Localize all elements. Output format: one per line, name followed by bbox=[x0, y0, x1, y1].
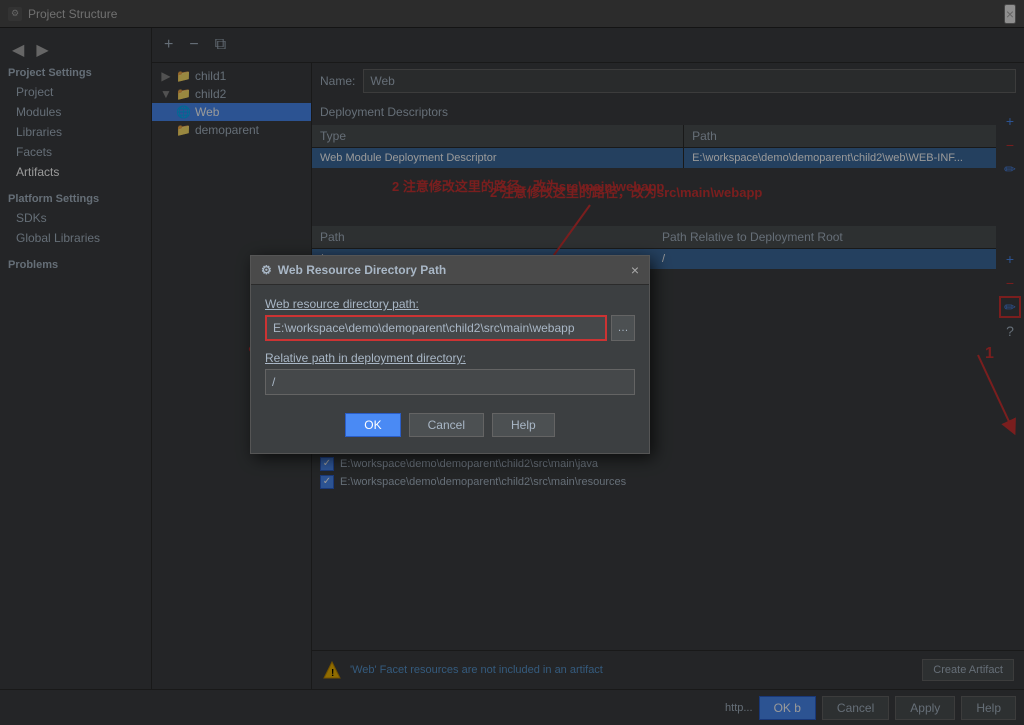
path-input[interactable] bbox=[265, 315, 607, 341]
dialog-buttons: OK Cancel Help bbox=[265, 405, 635, 441]
path-field-label: Web resource directory path: bbox=[265, 297, 635, 311]
web-resource-dialog: ⚙ Web Resource Directory Path × Web reso… bbox=[250, 255, 650, 454]
dialog-title: ⚙ Web Resource Directory Path bbox=[261, 263, 446, 277]
dialog-content: Web resource directory path: … Relative … bbox=[251, 285, 649, 453]
dialog-close-button[interactable]: × bbox=[631, 262, 639, 278]
browse-button[interactable]: … bbox=[611, 315, 635, 341]
dialog-help-button[interactable]: Help bbox=[492, 413, 555, 437]
dialog-overlay: ⚙ Web Resource Directory Path × Web reso… bbox=[0, 0, 1024, 725]
relative-field-label: Relative path in deployment directory: bbox=[265, 351, 635, 365]
path-input-row: … bbox=[265, 315, 635, 341]
dialog-title-text: Web Resource Directory Path bbox=[278, 263, 447, 277]
dialog-title-icon: ⚙ bbox=[261, 263, 272, 277]
dialog-title-bar: ⚙ Web Resource Directory Path × bbox=[251, 256, 649, 285]
dialog-cancel-button[interactable]: Cancel bbox=[409, 413, 484, 437]
dialog-ok-button[interactable]: OK bbox=[345, 413, 400, 437]
relative-input-row bbox=[265, 369, 635, 395]
relative-input[interactable] bbox=[265, 369, 635, 395]
